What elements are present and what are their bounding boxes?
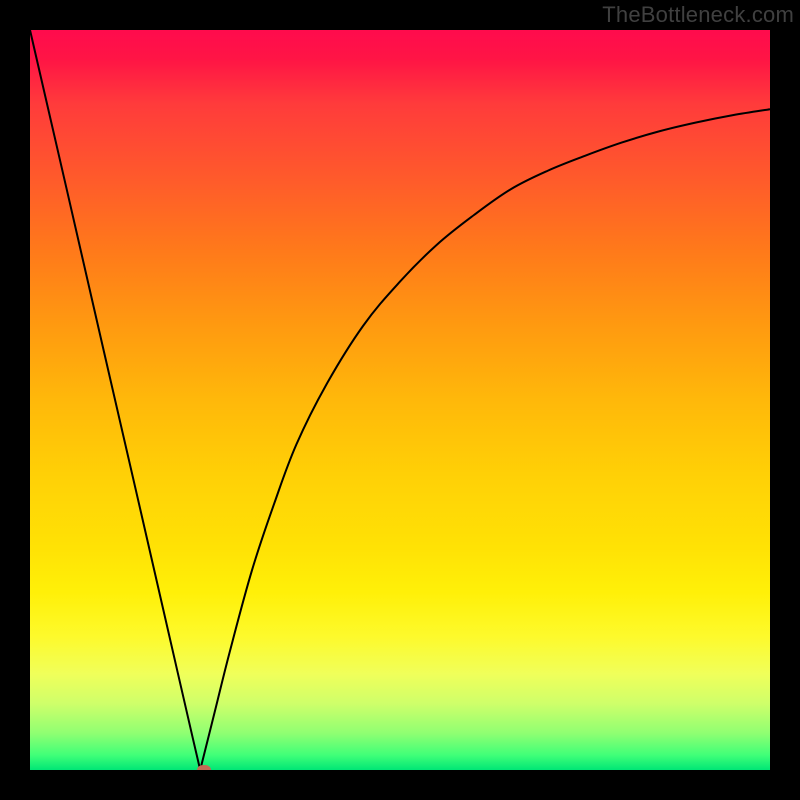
optimum-marker: [197, 765, 211, 770]
bottleneck-curve-right: [200, 109, 770, 770]
watermark-text: TheBottleneck.com: [602, 2, 794, 28]
chart-frame: TheBottleneck.com: [0, 0, 800, 800]
curve-svg: [30, 30, 770, 770]
plot-area: [30, 30, 770, 770]
bottleneck-curve-left: [30, 30, 200, 770]
